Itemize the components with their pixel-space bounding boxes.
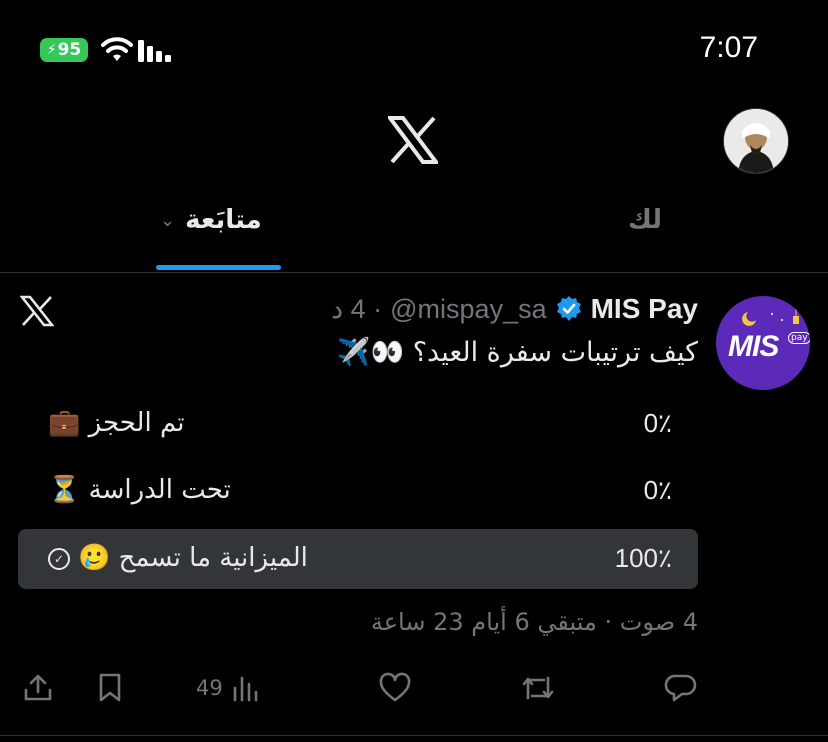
repost-icon[interactable] [520,672,556,704]
tweet-time[interactable]: · 4 د [331,294,382,325]
x-grok-icon[interactable] [20,295,54,327]
chevron-down-icon[interactable]: ⌄ [160,210,175,231]
charging-icon: ⚡ [46,42,57,58]
poll-option-label: تم الحجز 💼 [48,408,185,438]
views-icon [233,676,258,702]
poll-option-label: تحت الدراسة ⏳ [48,475,231,505]
poll-option-percent: 100٪ [614,543,672,573]
wifi-icon [101,37,133,61]
poll-option-label-wrap: الميزانية ما تسمح 🥲 ✓ [48,543,308,573]
poll-meta: 4 صوت · متبقي 6 أيام 23 ساعة [370,608,698,636]
crescent-decoration-icon [742,308,799,326]
poll-option-label: الميزانية ما تسمح 🥲 [78,543,308,573]
verified-badge-icon [556,296,581,321]
tab-for-you[interactable]: لك [628,205,662,235]
poll-option: تحت الدراسة ⏳ 0٪ [18,461,698,521]
battery-indicator: ⚡ 95 [40,38,88,62]
poll-option: تم الحجز 💼 0٪ [18,394,698,454]
tweet-handle[interactable]: @mispay_sa [390,294,546,325]
tab-following[interactable]: ⌄ متابَعة [160,205,262,235]
tweet-header: · 4 د @mispay_sa MIS Pay [331,293,698,325]
poll-option-winner: الميزانية ما تسمح 🥲 ✓ 100٪ [18,529,698,589]
views-count: 49 [196,676,223,700]
status-time: 7:07 [699,31,758,64]
profile-photo-icon [724,109,788,173]
bookmark-icon[interactable] [96,672,124,704]
header-divider [0,272,828,273]
poll-option-percent: 0٪ [643,475,672,505]
tab-following-label: متابَعة [185,205,262,235]
x-logo-icon[interactable] [388,116,438,164]
share-icon[interactable] [22,672,54,704]
signal-icon [138,38,171,62]
like-icon[interactable] [378,672,412,704]
active-tab-indicator [156,265,281,270]
poll-option-percent: 0٪ [643,408,672,438]
check-circle-icon: ✓ [48,547,70,570]
tweet-divider [0,735,828,736]
profile-avatar[interactable] [723,108,789,174]
avatar-brand-text: MIS [728,330,779,363]
reply-icon[interactable] [664,672,698,704]
tweet-display-name[interactable]: MIS Pay [591,293,698,325]
avatar-brand-sub: pay [788,332,810,344]
battery-level: 95 [57,40,82,60]
tweet-author-avatar[interactable]: MIS pay [716,296,810,390]
views-button[interactable]: 49 [196,674,261,702]
tweet-text: كيف ترتيبات سفرة العيد؟ 👀✈️ [336,337,698,368]
